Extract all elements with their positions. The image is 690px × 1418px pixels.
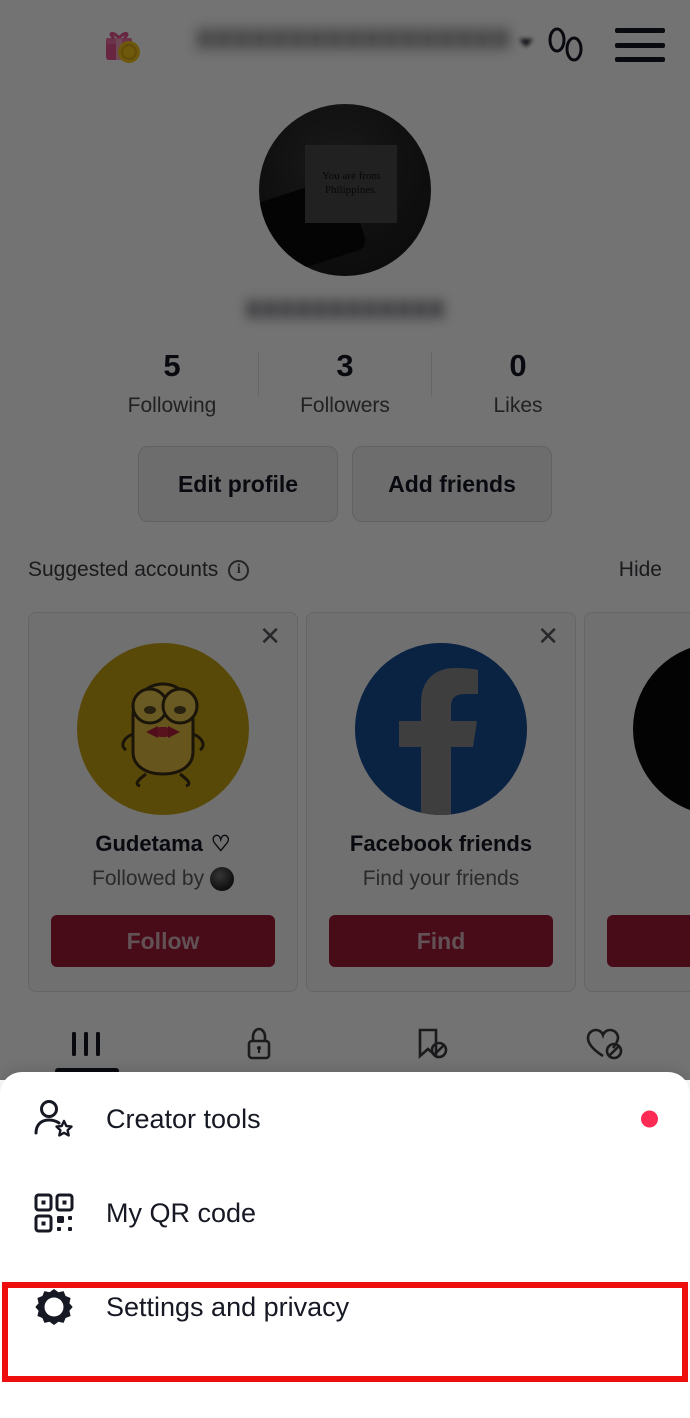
suggested-card-name: Facebook friends [349,831,533,856]
avatar-photo-text: You are from Philippines. [321,170,381,196]
account-menu-sheet: Creator tools My QR code Settings and pr… [0,1072,690,1418]
follow-button[interactable]: Follow [51,915,275,967]
suggested-card-subtitle-wrap: Followed by [92,867,234,892]
suggested-card-subtitle: Followed by [92,867,205,890]
stat-label: Followers [300,393,390,417]
facebook-logo [355,643,527,815]
header-username: XXXXXXXXXXXXXXXXX [196,24,511,54]
follower-avatar [209,867,234,892]
suggested-accounts-list: ✕ Gudetama ♡ Followed by Follow ✕ Facebo… [28,612,690,992]
menu-item-creator-tools[interactable]: Creator tools [0,1072,690,1166]
suggested-accounts-title-wrap: Suggested accounts i [28,558,250,582]
follow-button[interactable]: F [607,915,690,967]
stat-label: Following [127,393,217,417]
menu-item-label: Settings and privacy [106,1291,350,1322]
qr-code-icon [28,1189,80,1237]
stat-label: Likes [493,393,543,417]
footprints-icon[interactable] [543,20,591,73]
suggested-card[interactable]: ✕ •*Mi Frien F [584,612,690,992]
tab-liked-hidden[interactable] [518,1008,690,1080]
hamburger-menu-icon[interactable] [615,28,665,62]
menu-item-my-qr-code[interactable]: My QR code [0,1166,690,1260]
suggested-card-name-wrap: Facebook friends [350,831,532,857]
profile-actions: Edit profile Add friends [0,446,690,522]
add-friends-button[interactable]: Add friends [352,446,552,522]
gudetama-avatar [77,643,249,815]
stat-followers[interactable]: 3 Followers [259,348,431,418]
suggested-accounts-header: Suggested accounts i Hide [0,558,690,582]
suggested-card-name: Gudetama [95,831,203,856]
hide-suggestions-button[interactable]: Hide [619,558,662,582]
suggested-card[interactable]: ✕ Gudetama ♡ Followed by Follow [28,612,298,992]
screen: XXXXXXXXXXXXXXXXX You are from Philippin… [0,0,690,1418]
tab-saved-hidden[interactable] [345,1008,518,1080]
tab-private[interactable] [173,1008,346,1080]
menu-item-settings-and-privacy[interactable]: Settings and privacy [0,1260,690,1354]
menu-item-label: My QR code [106,1197,257,1228]
close-icon[interactable]: ✕ [537,623,559,649]
notification-badge [641,1110,658,1128]
header-username-button[interactable]: XXXXXXXXXXXXXXXXX [196,24,533,55]
profile-handle: XXXXXXXXXXXX [244,296,446,324]
profile-stats: 5 Following 3 Followers 0 Likes [0,348,690,418]
info-icon[interactable]: i [228,559,250,581]
close-icon[interactable]: ✕ [259,623,281,649]
menu-item-label: Creator tools [106,1103,261,1134]
gear-icon [28,1283,80,1331]
stat-following[interactable]: 5 Following [86,348,258,418]
suggested-card-name-wrap: Gudetama ♡ [95,831,230,857]
chevron-down-icon [518,38,533,47]
stat-value: 0 [509,348,527,383]
dark-avatar [633,643,690,815]
gift-coin-icon[interactable] [98,22,144,68]
suggested-accounts-title: Suggested accounts [28,558,219,581]
creator-tools-icon [28,1095,80,1143]
heart-icon: ♡ [210,831,231,856]
stat-likes[interactable]: 0 Likes [432,348,604,418]
top-bar: XXXXXXXXXXXXXXXXX [0,0,690,88]
profile-avatar[interactable]: You are from Philippines. [259,104,431,276]
stat-value: 3 [336,348,354,383]
find-button[interactable]: Find [329,915,553,967]
edit-profile-button[interactable]: Edit profile [138,446,338,522]
suggested-card-subtitle: Find your friends [362,867,520,890]
stat-value: 5 [163,348,181,383]
suggested-card[interactable]: ✕ Facebook friends Find your friends Fin… [306,612,576,992]
